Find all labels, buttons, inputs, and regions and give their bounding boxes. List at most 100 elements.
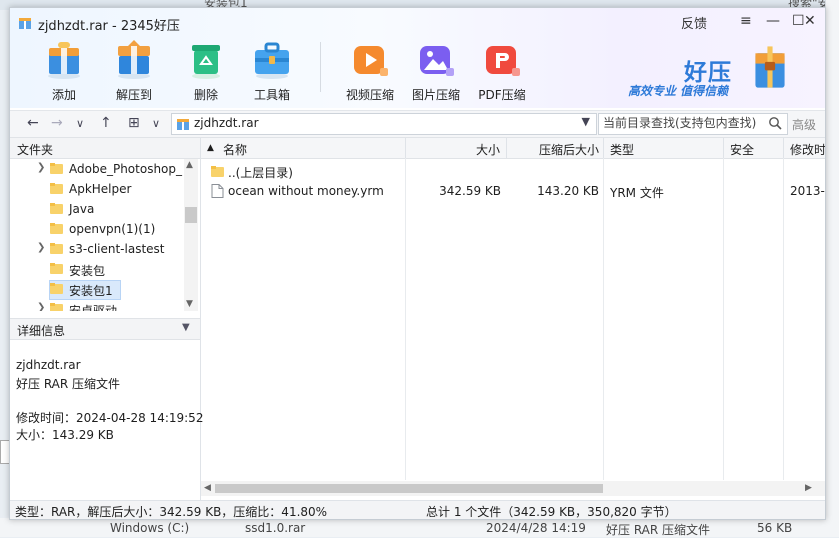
column-size-label: 大小 <box>475 143 500 157</box>
column-type[interactable]: 类型 <box>604 138 724 158</box>
pdf-compress-button[interactable]: PDF压缩 <box>472 36 532 106</box>
column-packed-size[interactable]: 压缩后大小 <box>507 138 604 158</box>
menu-icon[interactable]: ≡ <box>740 13 752 29</box>
tree-item-selected[interactable]: 安装包1 <box>10 279 184 300</box>
search-box[interactable] <box>598 113 788 135</box>
details-modified: 修改时间：2024-04-28 14:19:52 <box>16 411 204 425</box>
tree-item[interactable]: Java <box>10 199 184 219</box>
toolbox-icon <box>255 42 289 79</box>
extract-button[interactable]: 解压到 <box>104 36 164 106</box>
minimize-button[interactable]: — <box>766 13 780 29</box>
address-dropdown-icon[interactable]: ▼ <box>582 115 590 128</box>
expand-arrow-icon[interactable]: ❯ <box>37 302 45 311</box>
file-icon <box>211 184 224 198</box>
tree-item-label: openvpn(1)(1) <box>69 222 156 236</box>
status-right: 总计 1 个文件（342.59 KB，350,820 字节） <box>426 505 677 519</box>
search-icon[interactable] <box>768 116 782 130</box>
status-left: 类型：RAR，解压后大小：342.59 KB，压缩比：41.80% <box>15 505 328 519</box>
app-icon <box>19 18 31 29</box>
tree-item[interactable]: ❯ 安卓驱动 <box>10 299 184 311</box>
window-title: zjdhzdt.rar - 2345好压 <box>38 19 180 34</box>
tree-item[interactable]: ❯ s3-client-lastest <box>10 239 184 259</box>
add-label: 添加 <box>51 88 76 102</box>
folder-icon <box>50 243 63 254</box>
delete-button[interactable]: 删除 <box>176 36 236 106</box>
expand-arrow-icon[interactable]: ❯ <box>37 162 45 173</box>
folder-icon <box>50 283 63 294</box>
add-button[interactable]: 添加 <box>34 36 94 106</box>
address-field[interactable]: zjdhzdt.rar ▼ <box>171 113 597 135</box>
folder-icon <box>50 303 63 311</box>
tree-item[interactable]: 安装包 <box>10 259 184 279</box>
scroll-right-icon[interactable]: ▶ <box>805 483 812 493</box>
brand-package-icon <box>755 46 785 88</box>
pdf-compress-label: PDF压缩 <box>478 88 526 102</box>
collapse-icon[interactable]: ▼ <box>182 322 190 333</box>
tree-item-label: 安装包1 <box>69 284 113 298</box>
close-button[interactable]: ✕ <box>804 13 816 29</box>
list-item-parent-dir[interactable]: ..(上层目录) <box>201 161 825 181</box>
folder-icon <box>50 183 63 194</box>
expand-arrow-icon[interactable]: ❯ <box>37 242 45 253</box>
video-compress-icon <box>354 46 388 76</box>
tree-item[interactable]: ❯ Adobe_Photoshop_ <box>10 159 184 179</box>
tree-item-label: Adobe_Photoshop_ <box>69 162 183 176</box>
file-list: ▲ 名称 大小 压缩后大小 类型 安全 修改时 ..(上层目录) ocean w… <box>201 138 825 500</box>
folder-icon <box>50 263 63 274</box>
tree-item-label: s3-client-lastest <box>69 242 165 256</box>
toolbox-label: 工具箱 <box>253 88 290 102</box>
folder-icon <box>50 203 63 214</box>
folder-tree-scrollbar[interactable]: ▲ ▼ <box>184 159 198 311</box>
maximize-button[interactable]: ☐ <box>792 13 805 29</box>
tree-item-label: Java <box>69 202 95 216</box>
brand-area: 好压 高效专业 值得信赖 <box>628 48 748 98</box>
column-modified[interactable]: 修改时 <box>784 138 825 158</box>
column-name-label: 名称 <box>223 143 248 157</box>
scrollbar-thumb[interactable] <box>185 207 197 223</box>
view-mode-dropdown[interactable]: ∨ <box>152 117 160 130</box>
column-divider <box>603 158 604 480</box>
forward-button[interactable]: → <box>51 115 63 131</box>
column-security-label: 安全 <box>730 143 755 157</box>
tree-item[interactable]: openvpn(1)(1) <box>10 219 184 239</box>
scroll-left-icon[interactable]: ◀ <box>204 483 211 493</box>
back-button[interactable]: ← <box>27 115 39 131</box>
background-file-name[interactable]: ssd1.0.rar <box>245 521 305 535</box>
background-file-row: Windows (C:) ssd1.0.rar 2024/4/28 14:19 … <box>0 518 839 537</box>
column-packed-size-label: 压缩后大小 <box>538 143 599 157</box>
image-compress-button[interactable]: 图片压缩 <box>406 36 466 106</box>
tree-item[interactable]: ApkHelper <box>10 179 184 199</box>
title-toolbar-area: zjdhzdt.rar - 2345好压 反馈 ≡ — ☐ ✕ 添加 解压到 删… <box>10 8 825 108</box>
column-name[interactable]: ▲ 名称 <box>201 138 406 158</box>
file-name: ocean without money.yrm <box>228 184 384 198</box>
search-input[interactable] <box>599 114 763 132</box>
details-header[interactable]: 详细信息 ▼ <box>10 318 200 340</box>
scrollbar-thumb[interactable] <box>215 484 603 493</box>
feedback-link[interactable]: 反馈 <box>681 13 707 32</box>
file-name: ..(上层目录) <box>228 166 293 180</box>
folder-icon <box>50 163 63 174</box>
details-title: 详细信息 <box>17 324 66 338</box>
video-compress-button[interactable]: 视频压缩 <box>340 36 400 106</box>
toolbar-separator <box>320 42 321 92</box>
list-item[interactable]: ocean without money.yrm 342.59 KB 143.20… <box>201 181 825 201</box>
history-dropdown-button[interactable]: ∨ <box>76 117 84 130</box>
up-button[interactable]: ↑ <box>100 115 112 131</box>
file-size: 342.59 KB <box>439 184 501 198</box>
scroll-down-icon[interactable]: ▼ <box>186 299 193 309</box>
column-security[interactable]: 安全 <box>724 138 784 158</box>
details-size: 大小：143.29 KB <box>16 428 114 442</box>
column-size[interactable]: 大小 <box>406 138 507 158</box>
view-mode-button[interactable]: ⊞ <box>128 115 140 131</box>
background-right-strip <box>825 0 839 537</box>
haozip-window: zjdhzdt.rar - 2345好压 反馈 ≡ — ☐ ✕ 添加 解压到 删… <box>9 7 826 520</box>
windows-drive-label[interactable]: Windows (C:) <box>110 521 189 535</box>
toolbox-button[interactable]: 工具箱 <box>242 36 302 106</box>
file-list-hscrollbar[interactable]: ◀ ▶ <box>201 481 825 496</box>
column-divider <box>405 158 406 480</box>
folder-panel: 文件夹 ❯ Adobe_Photoshop_ ApkHelper Java op… <box>10 138 204 500</box>
status-bar: 类型：RAR，解压后大小：342.59 KB，压缩比：41.80% 总计 1 个… <box>10 500 825 519</box>
pdf-compress-icon <box>486 46 520 76</box>
advanced-search-button[interactable]: 高级 <box>792 116 816 133</box>
scroll-up-icon[interactable]: ▲ <box>186 160 193 170</box>
